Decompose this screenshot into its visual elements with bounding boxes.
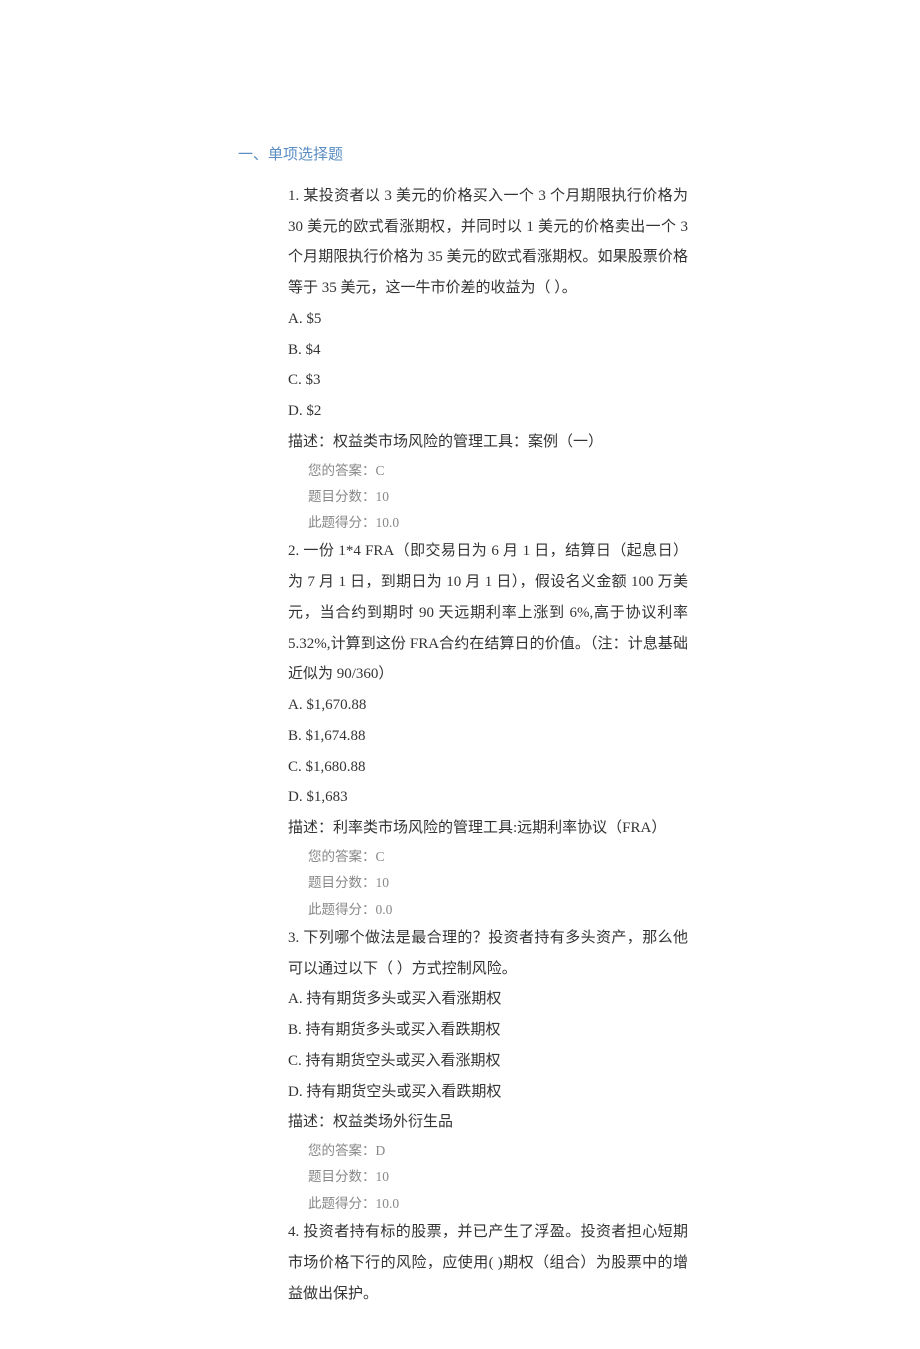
question-option: A. 持有期货多头或买入看涨期权	[288, 984, 688, 1015]
question-option: B. 持有期货多头或买入看跌期权	[288, 1015, 688, 1046]
your-answer-line: 您的答案：C	[308, 458, 688, 484]
item-points-line: 题目分数：10	[308, 484, 688, 510]
item-points-line: 题目分数：10	[308, 1164, 688, 1190]
question-block: 2. 一份 1*4 FRA（即交易日为 6 月 1 日，结算日（起息日）为 7 …	[288, 536, 688, 922]
question-option: C. 持有期货空头或买入看涨期权	[288, 1046, 688, 1077]
question-option: A. $5	[288, 304, 688, 335]
question-option: B. $1,674.88	[288, 721, 688, 752]
your-answer-line: 您的答案：C	[308, 844, 688, 870]
question-option: D. 持有期货空头或买入看跌期权	[288, 1077, 688, 1108]
question-option: D. $2	[288, 396, 688, 427]
question-block: 4. 投资者持有标的股票，并已产生了浮盈。投资者担心短期市场价格下行的风险，应使…	[288, 1217, 688, 1309]
item-points-line: 题目分数：10	[308, 870, 688, 896]
score-obtained-line: 此题得分：0.0	[308, 897, 688, 923]
section-heading: 一、单项选择题	[238, 140, 920, 171]
question-stem: 1. 某投资者以 3 美元的价格买入一个 3 个月期限执行价格为 30 美元的欧…	[288, 181, 688, 304]
question-stem: 3. 下列哪个做法是最合理的？投资者持有多头资产，那么他可以通过以下（ ）方式控…	[288, 923, 688, 985]
question-option: B. $4	[288, 335, 688, 366]
question-option: C. $3	[288, 365, 688, 396]
question-block: 3. 下列哪个做法是最合理的？投资者持有多头资产，那么他可以通过以下（ ）方式控…	[288, 923, 688, 1217]
question-stem: 2. 一份 1*4 FRA（即交易日为 6 月 1 日，结算日（起息日）为 7 …	[288, 536, 688, 690]
question-option: C. $1,680.88	[288, 752, 688, 783]
question-option: D. $1,683	[288, 782, 688, 813]
questions-container: 1. 某投资者以 3 美元的价格买入一个 3 个月期限执行价格为 30 美元的欧…	[288, 181, 688, 1310]
question-description: 描述：利率类市场风险的管理工具:远期利率协议（FRA）	[288, 813, 688, 844]
your-answer-line: 您的答案：D	[308, 1138, 688, 1164]
score-obtained-line: 此题得分：10.0	[308, 510, 688, 536]
question-description: 描述：权益类场外衍生品	[288, 1107, 688, 1138]
question-stem: 4. 投资者持有标的股票，并已产生了浮盈。投资者担心短期市场价格下行的风险，应使…	[288, 1217, 688, 1309]
question-option: A. $1,670.88	[288, 690, 688, 721]
question-block: 1. 某投资者以 3 美元的价格买入一个 3 个月期限执行价格为 30 美元的欧…	[288, 181, 688, 537]
question-description: 描述：权益类市场风险的管理工具：案例（一）	[288, 427, 688, 458]
score-obtained-line: 此题得分：10.0	[308, 1191, 688, 1217]
